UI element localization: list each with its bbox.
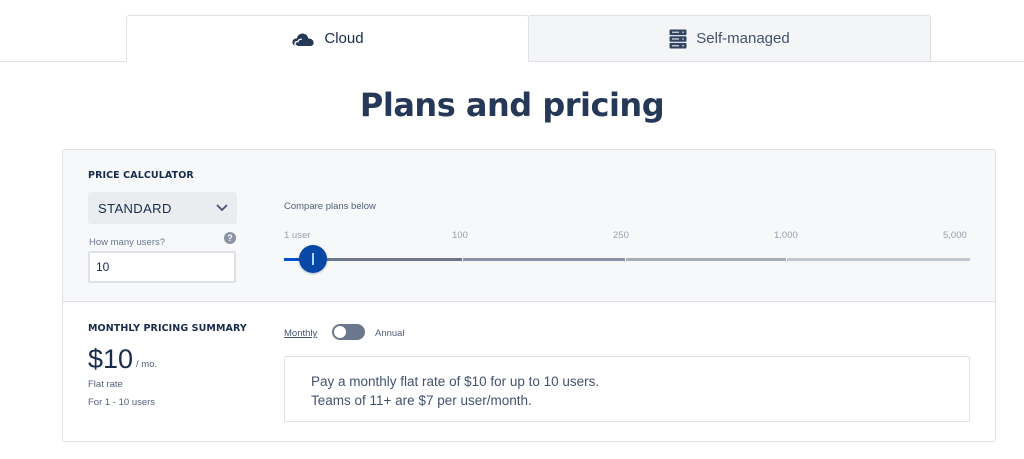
billing-annual-option[interactable]: Annual — [375, 328, 405, 339]
tab-self-managed[interactable]: Self-managed — [529, 15, 931, 62]
billing-monthly-option[interactable]: Monthly — [284, 328, 317, 339]
server-icon — [669, 29, 687, 49]
pricing-summary-heading: MONTHLY PRICING SUMMARY — [88, 323, 247, 334]
rate-type: Flat rate — [88, 379, 123, 390]
price-calculator: PRICE CALCULATOR STANDARD How many users… — [63, 150, 995, 302]
users-input[interactable] — [88, 251, 236, 283]
slider-track-segment[interactable] — [463, 258, 625, 261]
price-period: / mo. — [136, 359, 158, 370]
tab-self-managed-label: Self-managed — [696, 30, 790, 47]
toggle-knob — [334, 326, 346, 338]
tab-cloud[interactable]: Cloud — [126, 15, 529, 62]
slider-track-segment[interactable] — [314, 258, 462, 261]
slider-tick-label: 5,000 — [943, 230, 967, 241]
slider-grip — [312, 253, 314, 265]
slider-tick-label: 250 — [613, 230, 629, 241]
slider-track-segment[interactable] — [626, 258, 786, 261]
user-range: For 1 - 10 users — [88, 397, 156, 408]
slider-tick-label: 100 — [452, 230, 468, 241]
billing-toggle[interactable] — [332, 324, 365, 340]
users-label: How many users? — [89, 237, 166, 248]
description-line: Teams of 11+ are $7 per user/month. — [311, 393, 532, 408]
cloud-icon — [291, 31, 315, 47]
plan-select[interactable]: STANDARD — [88, 192, 237, 224]
compare-plans-label: Compare plans below — [284, 201, 376, 212]
chevron-down-icon — [216, 204, 228, 212]
plan-select-value: STANDARD — [98, 200, 172, 216]
pricing-description: Pay a monthly flat rate of $10 for up to… — [284, 356, 970, 422]
price-calculator-heading: PRICE CALCULATOR — [88, 170, 194, 181]
users-slider-thumb[interactable] — [299, 245, 327, 273]
description-line: Pay a monthly flat rate of $10 for up to… — [311, 374, 600, 389]
tab-cloud-label: Cloud — [324, 30, 364, 47]
pricing-card: PRICE CALCULATOR STANDARD How many users… — [62, 149, 996, 442]
price-amount: $10 — [88, 344, 134, 374]
product-tabs: Cloud Self-managed — [0, 0, 1024, 62]
help-icon[interactable]: ? — [224, 232, 236, 244]
slider-tick-label: 1 user — [284, 230, 311, 241]
slider-tick-label: 1,000 — [774, 230, 798, 241]
page-title: Plans and pricing — [359, 86, 665, 124]
slider-track-segment[interactable] — [787, 258, 970, 261]
pricing-summary: MONTHLY PRICING SUMMARY $10 / mo. Flat r… — [63, 302, 995, 441]
